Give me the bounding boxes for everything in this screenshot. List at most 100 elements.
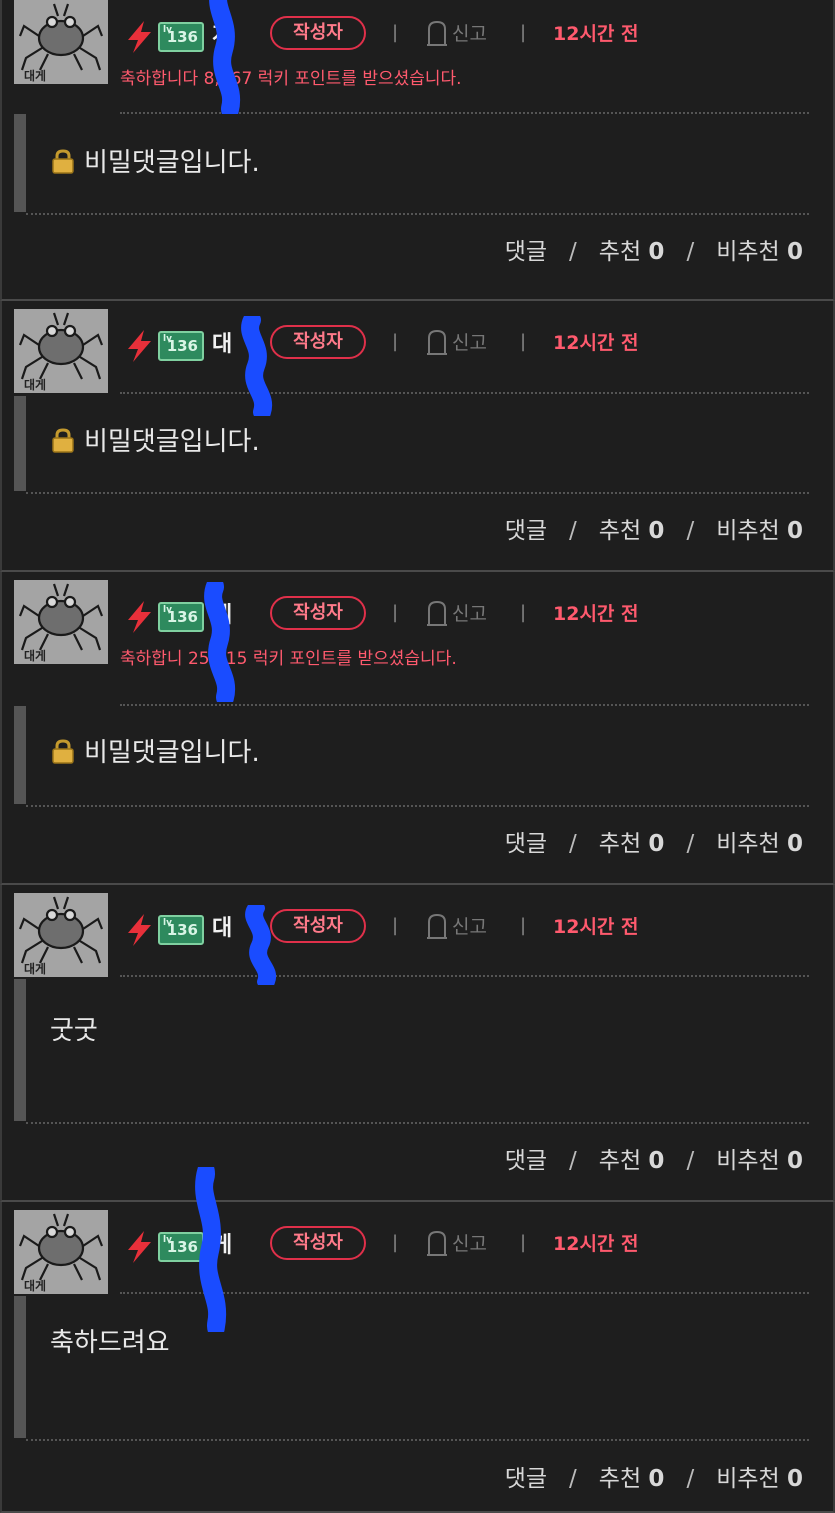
like-button[interactable]: 추천 0	[599, 831, 665, 857]
report-button[interactable]: 신고	[426, 18, 496, 48]
lightning-bolt-icon	[124, 1230, 154, 1264]
timestamp: 12시간 전	[553, 332, 639, 354]
padlock-icon	[50, 427, 76, 453]
dislike-button[interactable]: 비추천 0	[716, 518, 803, 544]
nickname[interactable]: 게	[212, 17, 232, 49]
divider	[120, 704, 809, 706]
timestamp: 12시간 전	[553, 1233, 639, 1255]
comment-header: lv 136 게 작성자 | 신고 | 12시간 전	[120, 1210, 833, 1280]
divider	[26, 1439, 809, 1441]
timestamp: 12시간 전	[553, 603, 639, 625]
avatar[interactable]: 대게	[14, 893, 108, 977]
nickname[interactable]: 게	[212, 1227, 232, 1259]
reply-button[interactable]: 댓글	[505, 518, 547, 544]
comment-item: 대게 lv 136 게 작성자 | 신고 | 12시간 전 축하드려요 댓글 / 추천…	[0, 1167, 835, 1513]
comment-text: 굿굿	[50, 1016, 98, 1046]
nickname[interactable]: 게	[212, 597, 232, 629]
level-badge: lv 136	[158, 602, 204, 632]
comment-actions: 댓글 / 추천 0/비추천 0	[504, 239, 803, 265]
lightning-bolt-icon	[124, 20, 154, 54]
divider: |	[520, 1232, 527, 1253]
timestamp: 12시간 전	[553, 23, 639, 45]
divider: |	[392, 331, 399, 352]
reply-button[interactable]: 댓글	[505, 239, 547, 265]
dislike-button[interactable]: 비추천 0	[716, 239, 803, 265]
svg-text:대게: 대게	[24, 69, 46, 83]
lightning-bolt-icon	[124, 329, 154, 363]
lightning-bolt-icon	[124, 600, 154, 634]
divider	[26, 213, 809, 215]
report-button[interactable]: 신고	[426, 911, 496, 941]
quote-bar	[14, 1296, 26, 1438]
report-button[interactable]: 신고	[426, 598, 496, 628]
comment-header: lv 136 게 작성자 | 신고 | 12시간 전 축하합니 25,915 럭키…	[120, 580, 833, 669]
lightning-bolt-icon	[124, 913, 154, 947]
avatar[interactable]: 대게	[14, 1210, 108, 1294]
lucky-points-notice: 축하합니 25,915 럭키 포인트를 받으셨습니다.	[120, 649, 457, 669]
comment-item: 대게 lv 136 대 작성자 | 신고 | 12시간 전 굿굿 댓글 / 추천 0/…	[0, 885, 835, 1202]
divider: |	[520, 602, 527, 623]
comment-header: lv 136 대 작성자 | 신고 | 12시간 전	[120, 309, 833, 379]
dislike-button[interactable]: 비추천 0	[716, 831, 803, 857]
reply-button[interactable]: 댓글	[505, 1148, 547, 1174]
author-badge: 작성자	[270, 16, 366, 50]
report-label: 신고	[452, 603, 487, 625]
comment-actions: 댓글 / 추천 0/비추천 0	[504, 518, 803, 544]
reply-button[interactable]: 댓글	[505, 831, 547, 857]
padlock-icon	[50, 738, 76, 764]
lucky-points-notice: 축하합니다 8,467 럭키 포인트를 받으셨습니다.	[120, 69, 462, 89]
comment-item: 대게 lv 136 대 작성자 | 신고 | 12시간 전 비밀댓글입니다. 댓글…	[0, 301, 835, 572]
timestamp: 12시간 전	[553, 916, 639, 938]
quote-bar	[14, 114, 26, 212]
report-button[interactable]: 신고	[426, 327, 496, 357]
report-label: 신고	[452, 332, 487, 354]
comment-header: lv 136 게 작성자 | 신고 | 12시간 전 축하합니다 8,467 럭키…	[120, 0, 833, 89]
nickname[interactable]: 대	[212, 910, 232, 942]
level-badge: lv 136	[158, 331, 204, 361]
comment-body: 비밀댓글입니다.	[50, 421, 260, 458]
svg-text:대게: 대게	[24, 649, 46, 663]
comment-body: 축하드려요	[50, 1322, 170, 1359]
comment-text: 비밀댓글입니다.	[84, 148, 260, 178]
quote-bar	[14, 706, 26, 804]
comment-list: 대게 lv 136 게 작성자 | 신고 | 12시간 전 축하합니다 8,467…	[0, 0, 835, 1513]
divider	[120, 975, 809, 977]
like-button[interactable]: 추천 0	[599, 1466, 665, 1492]
dislike-button[interactable]: 비추천 0	[716, 1466, 803, 1492]
svg-text:대게: 대게	[24, 378, 46, 392]
reply-button[interactable]: 댓글	[505, 1466, 547, 1492]
comment-body: 비밀댓글입니다.	[50, 142, 260, 179]
author-badge: 작성자	[270, 596, 366, 630]
comment-header: lv 136 대 작성자 | 신고 | 12시간 전	[120, 893, 833, 963]
svg-text:대게: 대게	[24, 962, 46, 976]
author-badge: 작성자	[270, 325, 366, 359]
report-label: 신고	[452, 1233, 487, 1255]
comment-item: 대게 lv 136 게 작성자 | 신고 | 12시간 전 축하합니다 8,467…	[0, 0, 835, 301]
dislike-button[interactable]: 비추천 0	[716, 1148, 803, 1174]
divider	[120, 392, 809, 394]
divider: |	[392, 1232, 399, 1253]
quote-bar	[14, 979, 26, 1121]
avatar[interactable]: 대게	[14, 309, 108, 393]
like-button[interactable]: 추천 0	[599, 1148, 665, 1174]
report-button[interactable]: 신고	[426, 1228, 496, 1258]
level-badge: lv 136	[158, 915, 204, 945]
avatar[interactable]: 대게	[14, 0, 108, 84]
comment-actions: 댓글 / 추천 0/비추천 0	[504, 831, 803, 857]
divider	[26, 805, 809, 807]
author-badge: 작성자	[270, 1226, 366, 1260]
comment-text: 비밀댓글입니다.	[84, 427, 260, 457]
padlock-icon	[50, 148, 76, 174]
nickname[interactable]: 대	[212, 326, 232, 358]
level-badge: lv 136	[158, 22, 204, 52]
comment-text: 비밀댓글입니다.	[84, 738, 260, 768]
divider: |	[520, 331, 527, 352]
like-button[interactable]: 추천 0	[599, 518, 665, 544]
report-label: 신고	[452, 916, 487, 938]
divider: |	[520, 915, 527, 936]
divider: |	[392, 602, 399, 623]
avatar[interactable]: 대게	[14, 580, 108, 664]
like-button[interactable]: 추천 0	[599, 239, 665, 265]
divider	[120, 112, 809, 114]
comment-actions: 댓글 / 추천 0/비추천 0	[504, 1148, 803, 1174]
